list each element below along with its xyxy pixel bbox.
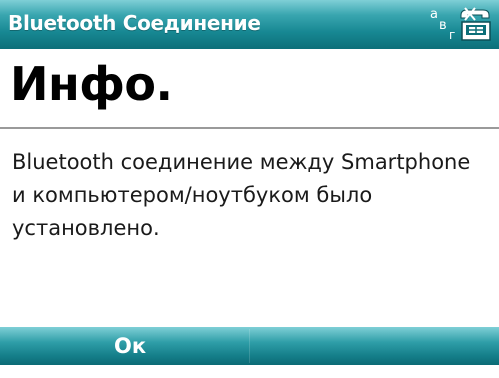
softkey-bar: Ок bbox=[0, 327, 499, 365]
input-mode-letter-a: а bbox=[430, 7, 438, 22]
heading-area: Инфо. bbox=[0, 49, 499, 128]
input-mode-letter-c: г bbox=[449, 28, 456, 42]
dialog-heading: Инфо. bbox=[10, 57, 173, 111]
window-title: Bluetooth Соединение bbox=[8, 11, 261, 35]
bluetooth-info-dialog: Bluetooth Соединение а в г Инфо. Bluetoo… bbox=[0, 0, 499, 378]
bottom-strip bbox=[0, 365, 499, 378]
input-mode-indicator[interactable]: а в г bbox=[428, 7, 458, 42]
heading-divider bbox=[0, 127, 499, 129]
phone-network-icon bbox=[456, 6, 494, 44]
dialog-message: Bluetooth соединение между Smartphone и … bbox=[12, 150, 471, 240]
input-mode-letter-b: в bbox=[439, 18, 447, 33]
softkey-divider bbox=[249, 329, 250, 363]
ok-softkey[interactable]: Ок bbox=[108, 334, 152, 358]
title-bar: Bluetooth Соединение а в г bbox=[0, 0, 499, 49]
